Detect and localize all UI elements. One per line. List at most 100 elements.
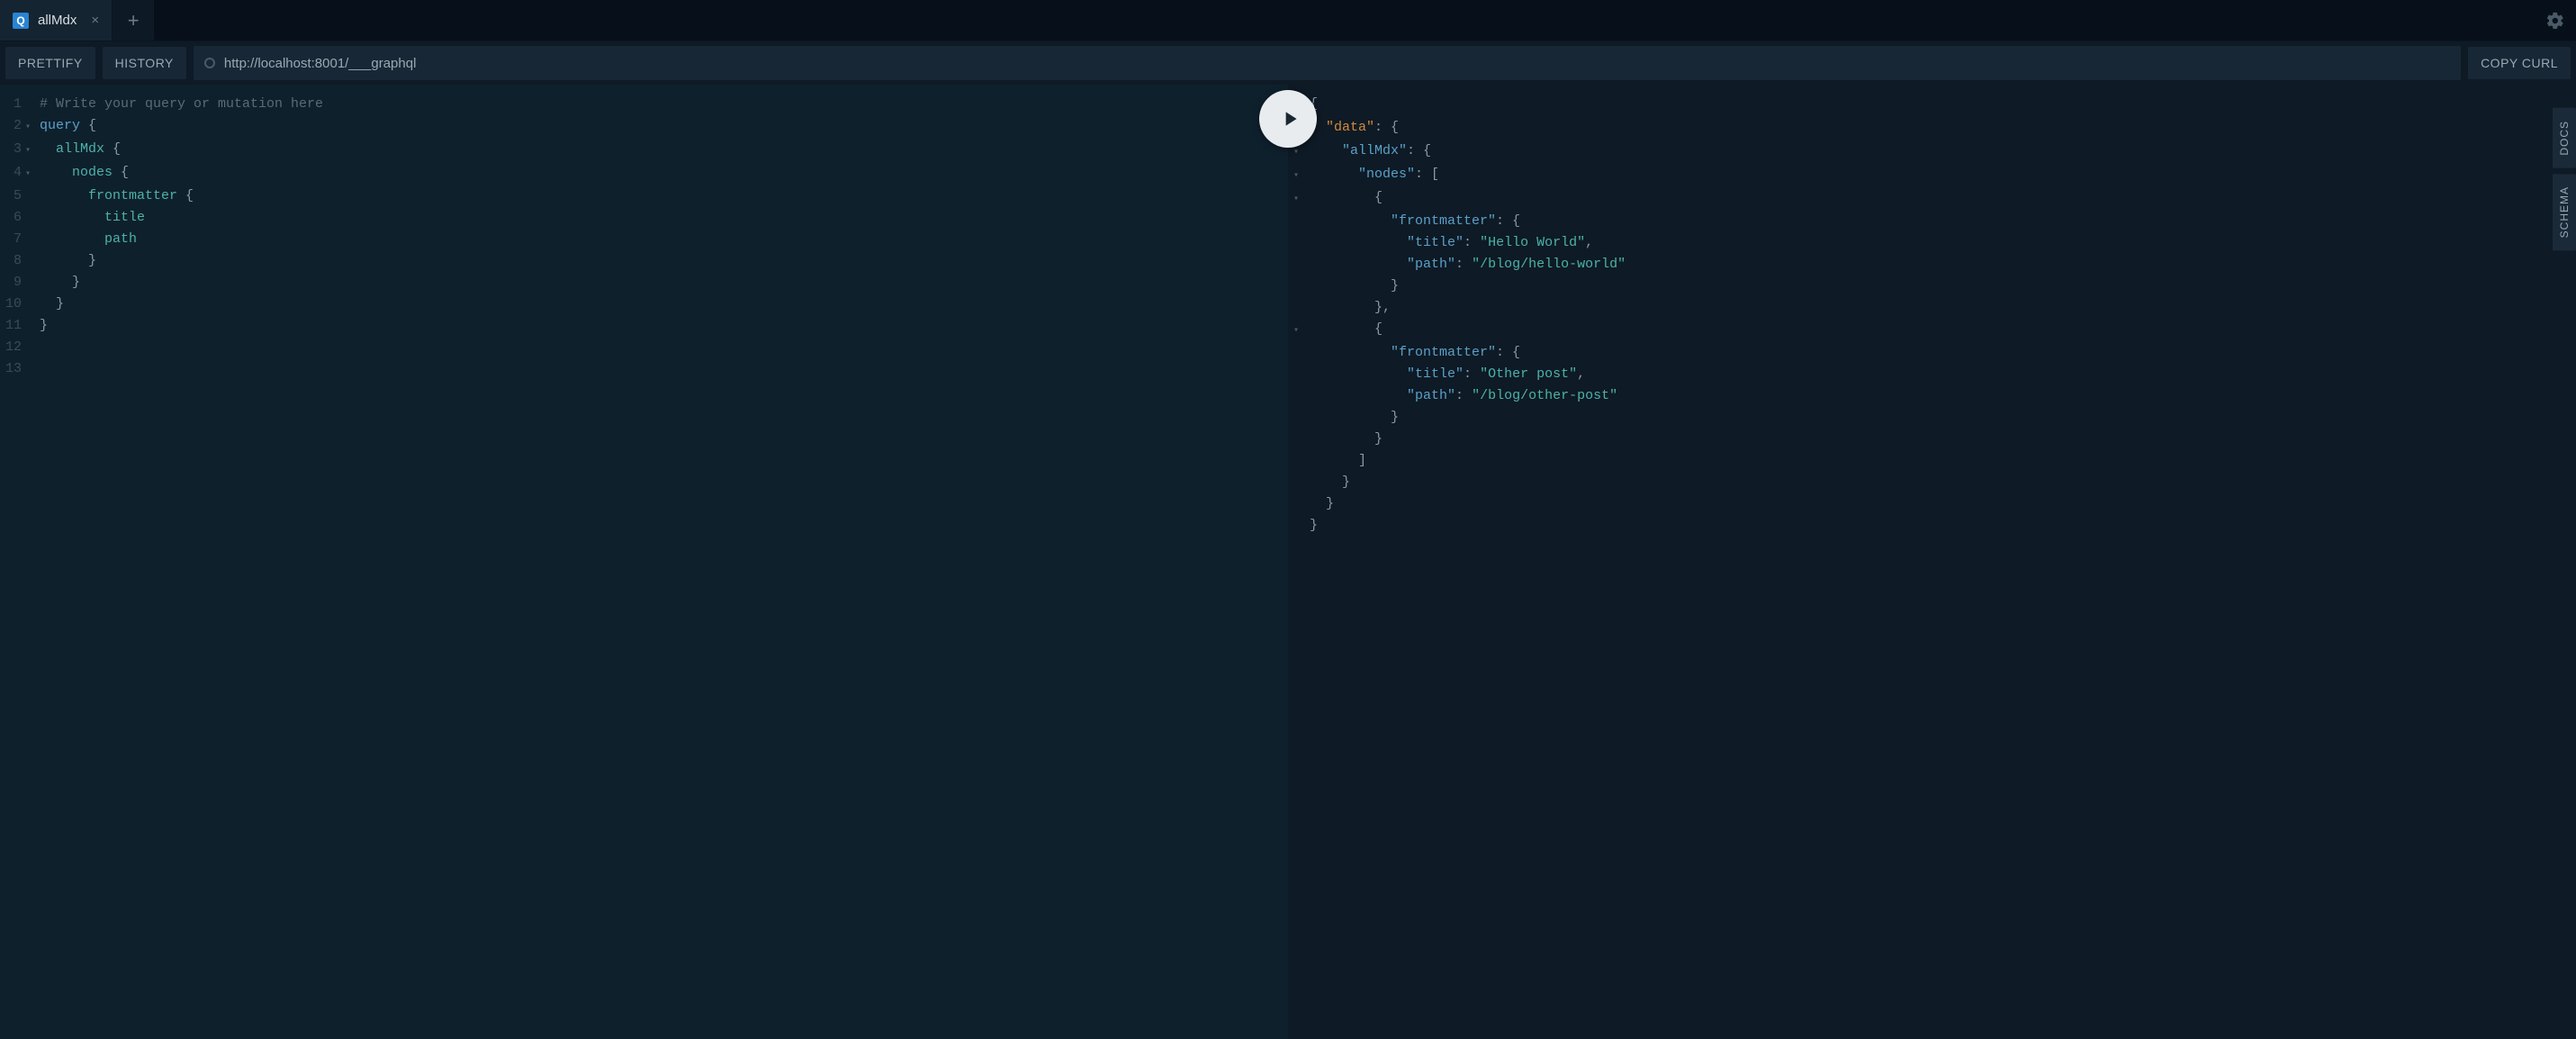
result-line: } [1288,429,2576,450]
result-line: ▾ "nodes": [ [1288,164,2576,187]
fold-toggle [1288,297,1304,319]
result-line: } [1288,493,2576,515]
fold-toggle [1288,515,1304,537]
query-tab-icon: Q [13,13,29,29]
fold-toggle [1288,450,1304,472]
line-number: 1 [0,94,25,115]
toolbar: PRETTIFY HISTORY COPY CURL [0,41,2576,85]
fold-toggle [25,185,38,207]
main-split: 1# Write your query or mutation here2▾qu… [0,85,2576,1039]
line-number: 5 [0,185,25,207]
line-number: 11 [0,315,25,337]
result-line: } [1288,407,2576,429]
fold-toggle [1288,385,1304,407]
fold-toggle [1288,472,1304,493]
result-line: ▾{ [1288,94,2576,117]
editor-line[interactable]: 1# Write your query or mutation here [0,94,1288,115]
line-number: 3 [0,139,25,162]
schema-tab[interactable]: SCHEMA [2553,174,2576,250]
result-line: ▾ { [1288,319,2576,342]
fold-toggle [25,294,38,315]
editor-line[interactable]: 12 [0,337,1288,358]
query-editor[interactable]: 1# Write your query or mutation here2▾qu… [0,85,1288,1039]
editor-line[interactable]: 4▾ nodes { [0,162,1288,185]
add-tab-button[interactable]: + [113,0,154,41]
fold-toggle [1288,429,1304,450]
line-number: 2 [0,115,25,139]
fold-toggle [25,229,38,250]
line-number: 6 [0,207,25,229]
gear-icon [2545,11,2565,31]
endpoint-field [194,46,2461,80]
result-line: "frontmatter": { [1288,211,2576,232]
tab-bar: Q allMdx × + [0,0,2576,41]
endpoint-input[interactable] [224,56,2450,71]
fold-toggle [25,358,38,380]
result-line: }, [1288,297,2576,319]
result-line: "title": "Other post", [1288,364,2576,385]
fold-toggle [1288,407,1304,429]
close-icon[interactable]: × [91,13,99,28]
result-line: "title": "Hello World", [1288,232,2576,254]
result-line: ▾ "data": { [1288,117,2576,140]
app-root: Q allMdx × + PRETTIFY HISTORY COPY CURL … [0,0,2576,1039]
editor-line[interactable]: 2▾query { [0,115,1288,139]
fold-toggle[interactable]: ▾ [25,139,38,162]
history-button[interactable]: HISTORY [103,47,186,79]
fold-toggle [25,207,38,229]
prettify-button[interactable]: PRETTIFY [5,47,95,79]
editor-line[interactable]: 6 title [0,207,1288,229]
editor-line[interactable]: 13 [0,358,1288,380]
fold-toggle [1288,364,1304,385]
line-number: 12 [0,337,25,358]
result-line: "path": "/blog/hello-world" [1288,254,2576,276]
editor-line[interactable]: 11} [0,315,1288,337]
reload-icon[interactable] [204,58,215,68]
editor-line[interactable]: 9 } [0,272,1288,294]
line-number: 13 [0,358,25,380]
fold-toggle [25,250,38,272]
editor-line[interactable]: 3▾ allMdx { [0,139,1288,162]
editor-line[interactable]: 10 } [0,294,1288,315]
result-line: ] [1288,450,2576,472]
fold-toggle[interactable]: ▾ [1288,164,1304,187]
query-tab[interactable]: Q allMdx × [0,0,113,41]
copy-curl-button[interactable]: COPY CURL [2468,47,2571,79]
line-number: 9 [0,272,25,294]
result-line: ▾ { [1288,187,2576,211]
fold-toggle [25,315,38,337]
line-number: 7 [0,229,25,250]
side-tabs: DOCS SCHEMA [2553,108,2576,250]
editor-line[interactable]: 8 } [0,250,1288,272]
fold-toggle[interactable]: ▾ [1288,187,1304,211]
fold-toggle [1288,254,1304,276]
result-line: "frontmatter": { [1288,342,2576,364]
result-line: } [1288,276,2576,297]
settings-button[interactable] [2535,0,2576,41]
result-line: } [1288,515,2576,537]
fold-toggle [25,272,38,294]
fold-toggle[interactable]: ▾ [25,162,38,185]
result-line: ▾ "allMdx": { [1288,140,2576,164]
fold-toggle [1288,276,1304,297]
fold-toggle [1288,232,1304,254]
fold-toggle[interactable]: ▾ [25,115,38,139]
fold-toggle [25,94,38,115]
editor-line[interactable]: 5 frontmatter { [0,185,1288,207]
line-number: 10 [0,294,25,315]
fold-toggle[interactable]: ▾ [1288,319,1304,342]
fold-toggle [1288,342,1304,364]
result-line: "path": "/blog/other-post" [1288,385,2576,407]
fold-toggle [1288,211,1304,232]
fold-toggle [1288,493,1304,515]
execute-button[interactable] [1259,90,1317,148]
line-number: 4 [0,162,25,185]
result-line: } [1288,472,2576,493]
result-viewer: ▾{▾ "data": {▾ "allMdx": {▾ "nodes": [▾ … [1288,85,2576,1039]
docs-tab[interactable]: DOCS [2553,108,2576,168]
fold-toggle [25,337,38,358]
query-tab-label: allMdx [38,13,77,28]
editor-line[interactable]: 7 path [0,229,1288,250]
play-icon [1278,107,1302,131]
line-number: 8 [0,250,25,272]
